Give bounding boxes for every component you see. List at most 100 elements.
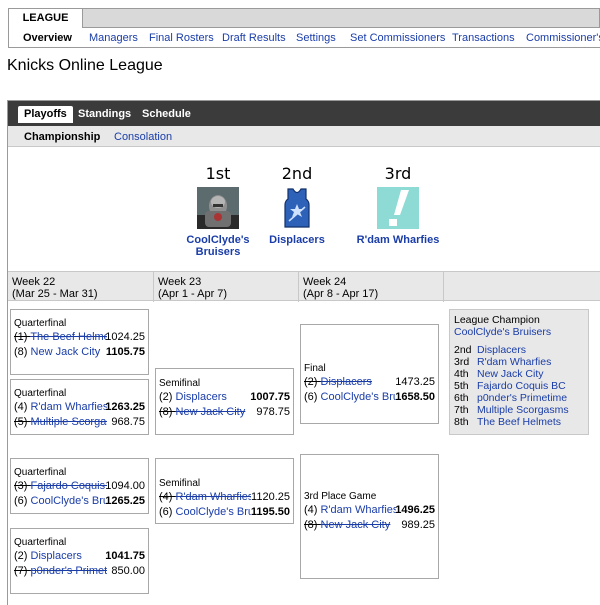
league-subnav: Overview Managers Final Rosters Draft Re… bbox=[8, 28, 600, 48]
nav-transactions[interactable]: Transactions bbox=[452, 32, 515, 44]
place-team[interactable]: Displacers bbox=[477, 344, 526, 356]
match-team-row: (2) Displacers 1473.25 bbox=[304, 376, 435, 390]
third-place-match[interactable]: 3rd Place Game (4) R'dam Wharfies 1496.2… bbox=[300, 454, 439, 579]
match-team-row: (4) R'dam Wharfies 1263.25 bbox=[14, 401, 145, 415]
team-link[interactable]: R'dam Wharfies bbox=[176, 491, 251, 503]
team-link[interactable]: R'dam Wharfies bbox=[321, 504, 396, 516]
team-link[interactable]: New Jack City bbox=[176, 406, 246, 418]
seed: (4) bbox=[304, 504, 318, 516]
team-score: 1024.25 bbox=[105, 331, 145, 343]
match-team-row: (2) Displacers 1007.75 bbox=[159, 391, 290, 405]
seed: (8) bbox=[159, 406, 173, 418]
playoffs-tab-bar: Playoffs Standings Schedule bbox=[8, 101, 600, 126]
match-label: Quarterfinal bbox=[14, 388, 67, 399]
match-team-row: (8) New Jack City 989.25 bbox=[304, 519, 435, 533]
place-team[interactable]: Fajardo Coquis BC bbox=[477, 380, 566, 392]
week-22-header: Week 22 (Mar 25 - Mar 31) bbox=[8, 272, 154, 302]
seed: (6) bbox=[14, 495, 28, 507]
place-ordinal: 3rd bbox=[454, 356, 470, 368]
nav-set-commissioners[interactable]: Set Commissioners bbox=[350, 32, 445, 44]
team-score: 1094.00 bbox=[105, 480, 145, 492]
nav-commissioners-page[interactable]: Commissioner's P bbox=[526, 32, 600, 44]
page-title: Knicks Online League bbox=[7, 57, 163, 74]
match-label: Semifinal bbox=[159, 478, 201, 489]
team-link[interactable]: Displacers bbox=[176, 391, 227, 403]
place-ordinal: 5th bbox=[454, 380, 469, 392]
week-23-header: Week 23 (Apr 1 - Apr 7) bbox=[154, 272, 299, 302]
week-dates: (Mar 25 - Mar 31) bbox=[12, 288, 98, 300]
team-link[interactable]: CoolClyde's Bruisers bbox=[321, 391, 396, 403]
team-link[interactable]: New Jack City bbox=[321, 519, 391, 531]
team-score: 1658.50 bbox=[395, 391, 435, 403]
team-score: 1195.50 bbox=[250, 506, 290, 518]
tab-standings[interactable]: Standings bbox=[78, 106, 131, 123]
match-team-row: (2) Displacers 1041.75 bbox=[14, 550, 145, 564]
seed: (5) bbox=[14, 416, 28, 428]
jersey-team-logo-icon[interactable] bbox=[276, 187, 318, 229]
team-link[interactable]: New Jack City bbox=[31, 346, 101, 358]
place-ordinal: 6th bbox=[454, 392, 469, 404]
nav-managers[interactable]: Managers bbox=[89, 32, 138, 44]
match-label: Quarterfinal bbox=[14, 467, 67, 478]
match-team-row: (4) R'dam Wharfies 1496.25 bbox=[304, 504, 435, 518]
team-link[interactable]: CoolClyde's Bruisers bbox=[31, 495, 107, 507]
tab-playoffs[interactable]: Playoffs bbox=[18, 106, 73, 123]
exclamation-team-logo-icon[interactable] bbox=[377, 187, 419, 229]
robot-team-logo-icon[interactable] bbox=[197, 187, 239, 229]
match-team-row: (6) CoolClyde's Bruisers 1658.50 bbox=[304, 391, 435, 405]
place-team[interactable]: New Jack City bbox=[477, 368, 544, 380]
place-ordinal: 4th bbox=[454, 368, 469, 380]
final-standings-box: League Champion CoolClyde's Bruisers 2nd… bbox=[449, 309, 589, 435]
place-team[interactable]: Multiple Scorgasms bbox=[477, 404, 569, 416]
team-link[interactable]: The Beef Helmets bbox=[30, 331, 107, 343]
quarterfinal-3-match[interactable]: Quarterfinal (3) Fajardo Coquis BC 1094.… bbox=[10, 458, 149, 514]
team-link[interactable]: Displacers bbox=[321, 376, 372, 388]
seed: (4) bbox=[159, 491, 173, 503]
final-match[interactable]: Final (2) Displacers 1473.25 (6) CoolCly… bbox=[300, 324, 439, 424]
semifinal-1-match[interactable]: Semifinal (2) Displacers 1007.75 (8) New… bbox=[155, 368, 294, 435]
semifinal-2-match[interactable]: Semifinal (4) R'dam Wharfies 1120.25 (6)… bbox=[155, 458, 294, 524]
match-label: 3rd Place Game bbox=[304, 491, 377, 502]
match-label: Final bbox=[304, 363, 326, 374]
nav-overview[interactable]: Overview bbox=[23, 32, 72, 44]
subtab-championship[interactable]: Championship bbox=[24, 131, 100, 143]
podium-team[interactable]: Displacers bbox=[242, 234, 352, 246]
league-tab[interactable]: LEAGUE bbox=[8, 8, 83, 28]
team-link[interactable]: p0nder's Primetime bbox=[31, 565, 107, 577]
match-team-row: (7) p0nder's Primetime 850.00 bbox=[14, 565, 145, 579]
subtab-consolation[interactable]: Consolation bbox=[114, 131, 172, 143]
champion-label: League Champion bbox=[454, 314, 540, 326]
seed: (4) bbox=[14, 401, 28, 413]
champion-team[interactable]: CoolClyde's Bruisers bbox=[454, 326, 584, 338]
team-link[interactable]: R'dam Wharfies bbox=[31, 401, 107, 413]
podium-rank: 3rd bbox=[384, 164, 412, 183]
match-team-row: (5) Multiple Scorgasms 968.75 bbox=[14, 416, 145, 430]
place-team[interactable]: The Beef Helmets bbox=[477, 416, 561, 428]
team-link[interactable]: CoolClyde's Bruisers bbox=[176, 506, 251, 518]
seed: (3) bbox=[14, 480, 28, 492]
quarterfinal-2-match[interactable]: Quarterfinal (4) R'dam Wharfies 1263.25 … bbox=[10, 379, 149, 435]
team-link[interactable]: Displacers bbox=[31, 550, 82, 562]
week-dates: (Apr 8 - Apr 17) bbox=[303, 288, 379, 300]
place-team[interactable]: p0nder's Primetime bbox=[477, 392, 567, 404]
place-ordinal: 8th bbox=[454, 416, 469, 428]
place-team[interactable]: R'dam Wharfies bbox=[477, 356, 551, 368]
team-score: 1105.75 bbox=[105, 346, 145, 358]
seed: (2) bbox=[304, 376, 318, 388]
podium-team[interactable]: R'dam Wharfies bbox=[343, 234, 453, 246]
week-24-header: Week 24 (Apr 8 - Apr 17) bbox=[299, 272, 444, 302]
team-link[interactable]: Multiple Scorgasms bbox=[31, 416, 107, 428]
week-name: Week 22 bbox=[12, 276, 56, 288]
team-link[interactable]: Fajardo Coquis BC bbox=[31, 480, 107, 492]
nav-final-rosters[interactable]: Final Rosters bbox=[149, 32, 214, 44]
match-label: Quarterfinal bbox=[14, 537, 67, 548]
nav-draft-results[interactable]: Draft Results bbox=[222, 32, 286, 44]
podium-third: 3rd R'dam Wharfies bbox=[343, 164, 453, 246]
quarterfinal-4-match[interactable]: Quarterfinal (2) Displacers 1041.75 (7) … bbox=[10, 528, 149, 594]
nav-settings[interactable]: Settings bbox=[296, 32, 336, 44]
match-team-row: (6) CoolClyde's Bruisers 1195.50 bbox=[159, 506, 290, 520]
match-label: Semifinal bbox=[159, 378, 201, 389]
tab-schedule[interactable]: Schedule bbox=[142, 106, 191, 123]
quarterfinal-1-match[interactable]: Quarterfinal (1) The Beef Helmets 1024.2… bbox=[10, 309, 149, 375]
match-team-row: (4) R'dam Wharfies 1120.25 bbox=[159, 491, 290, 505]
